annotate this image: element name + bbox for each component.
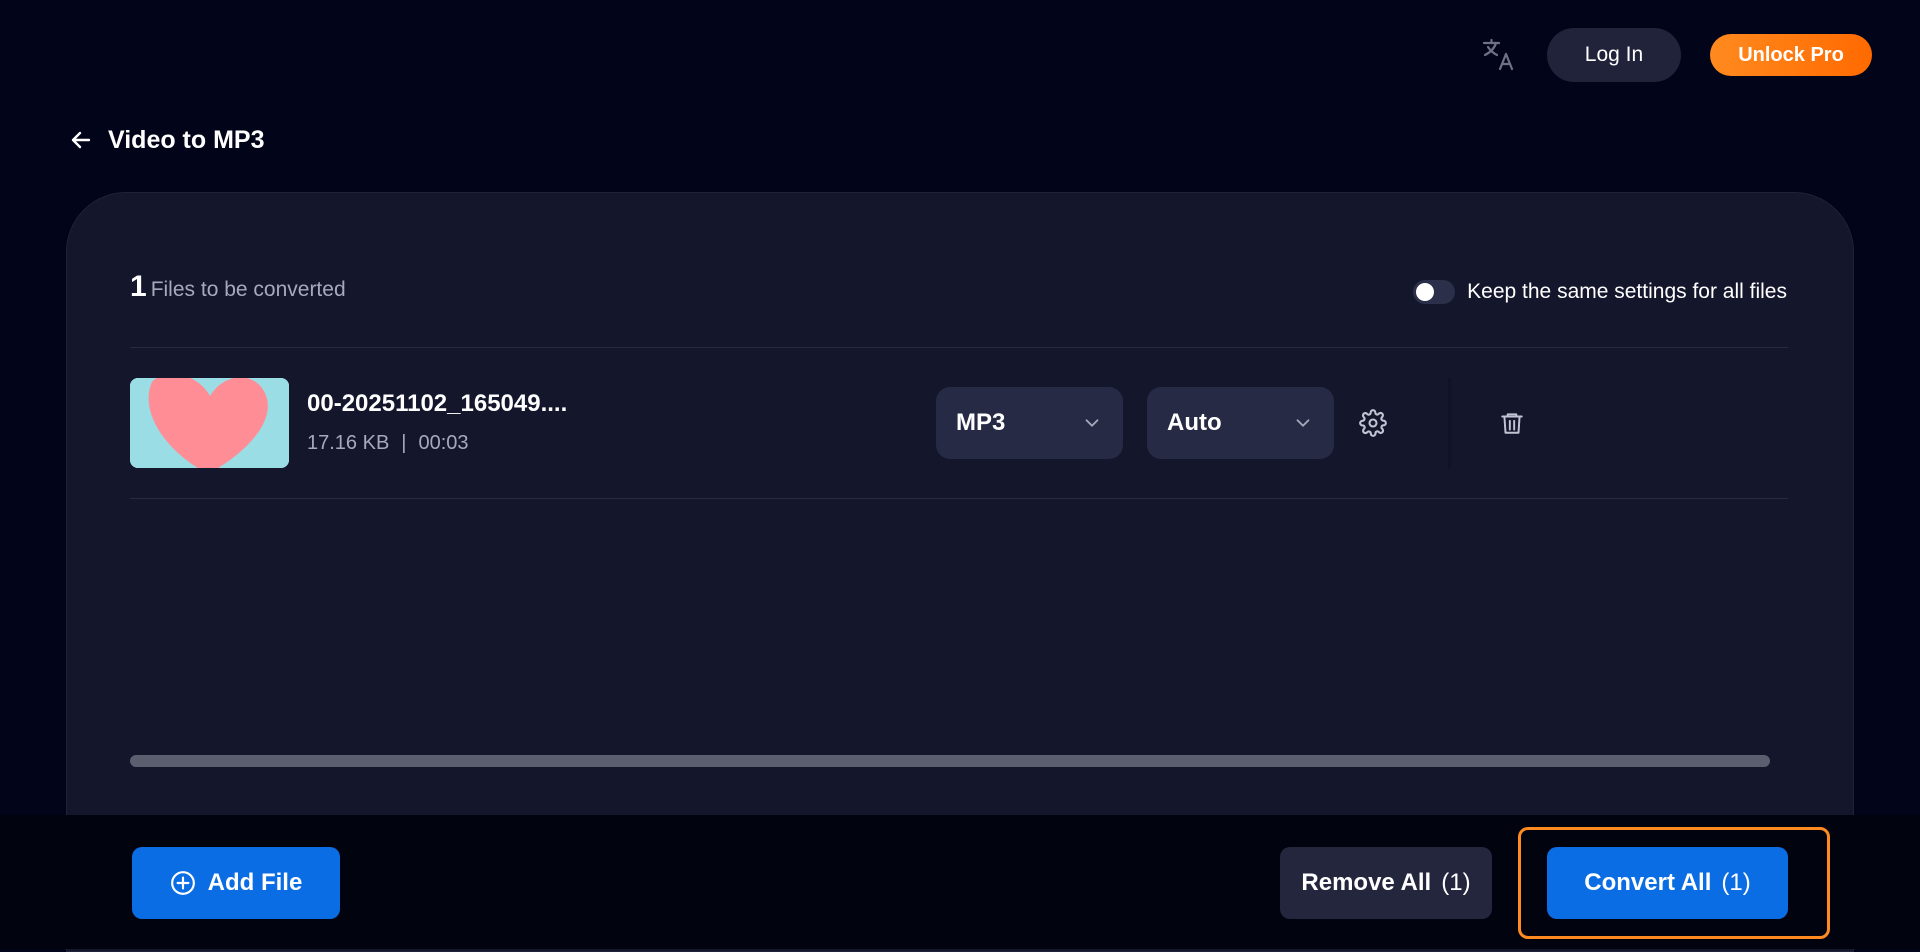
plus-circle-icon bbox=[170, 871, 195, 895]
convert-all-count: (1) bbox=[1721, 869, 1751, 896]
format-select-value: MP3 bbox=[956, 409, 1006, 436]
quality-select-value: Auto bbox=[1167, 409, 1222, 436]
translate-icon bbox=[1482, 38, 1514, 71]
file-duration: 00:03 bbox=[418, 432, 469, 454]
files-count-header: 1 Files to be converted bbox=[130, 270, 346, 304]
divider-bottom bbox=[130, 498, 1788, 499]
row-action-separator bbox=[1448, 378, 1451, 468]
keep-settings-toggle[interactable] bbox=[1413, 280, 1456, 304]
meta-separator: | bbox=[401, 432, 407, 454]
file-meta: 17.16 KB | 00:03 bbox=[307, 432, 469, 455]
add-file-label: Add File bbox=[207, 869, 303, 896]
toggle-knob bbox=[1416, 283, 1435, 301]
files-count-label: Files to be converted bbox=[150, 278, 346, 301]
gear-icon bbox=[1359, 409, 1387, 437]
delete-file-button[interactable] bbox=[1497, 408, 1527, 438]
remove-all-label: Remove All bbox=[1301, 869, 1432, 896]
convert-all-label: Convert All bbox=[1584, 869, 1712, 896]
add-file-button[interactable]: Add File bbox=[132, 847, 340, 919]
format-select[interactable]: MP3 bbox=[936, 387, 1123, 459]
convert-all-button[interactable]: Convert All (1) bbox=[1547, 847, 1788, 919]
chevron-down-icon bbox=[1296, 419, 1310, 427]
trash-icon bbox=[1501, 413, 1523, 434]
remove-all-count: (1) bbox=[1441, 869, 1471, 896]
keep-settings-label: Keep the same settings for all files bbox=[1467, 280, 1787, 303]
login-button[interactable]: Log In bbox=[1547, 28, 1681, 82]
chevron-down-icon bbox=[1085, 419, 1099, 427]
files-count: 1 bbox=[130, 270, 147, 303]
back-button[interactable] bbox=[68, 127, 94, 153]
page-heading: Video to MP3 bbox=[68, 120, 265, 160]
file-row: 00-20251102_165049.... 17.16 KB | 00:03 … bbox=[130, 348, 1788, 498]
remove-all-button[interactable]: Remove All (1) bbox=[1280, 847, 1492, 919]
arrow-left-icon bbox=[71, 131, 91, 149]
heart-thumbnail-image bbox=[130, 378, 289, 468]
file-settings-button[interactable] bbox=[1358, 408, 1388, 438]
language-button[interactable] bbox=[1478, 34, 1520, 76]
top-bar: Log In Unlock Pro bbox=[0, 0, 1920, 110]
file-thumbnail bbox=[130, 378, 289, 468]
page-title: Video to MP3 bbox=[108, 125, 265, 154]
file-name: 00-20251102_165049.... bbox=[307, 390, 568, 417]
quality-select[interactable]: Auto bbox=[1147, 387, 1334, 459]
unlock-pro-button[interactable]: Unlock Pro bbox=[1710, 34, 1872, 76]
file-size: 17.16 KB bbox=[307, 432, 390, 454]
keep-settings-option: Keep the same settings for all files bbox=[1413, 280, 1787, 304]
horizontal-scrollbar[interactable] bbox=[130, 755, 1770, 767]
